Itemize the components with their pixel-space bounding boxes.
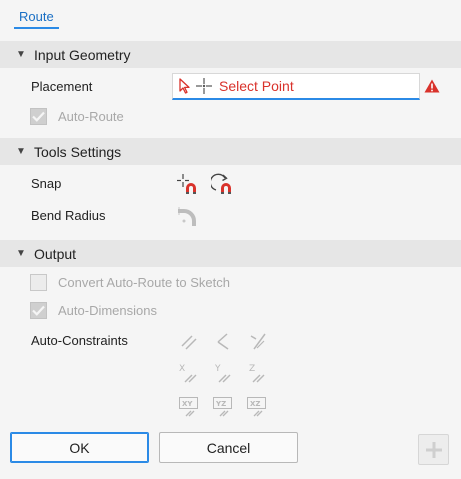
z-axis-constraint-icon: Z (249, 364, 265, 383)
add-button[interactable] (418, 434, 449, 465)
x-axis-constraint-icon: X (179, 364, 197, 383)
auto-dimensions-label: Auto-Dimensions (58, 303, 157, 318)
x-axis-constraint-letter: X (179, 364, 185, 374)
collapse-triangle-icon: ▼ (16, 248, 26, 259)
placement-select-point-field[interactable]: Select Point (172, 73, 420, 100)
xz-plane-constraint-letters: XZ (250, 400, 260, 408)
plus-icon (425, 441, 442, 458)
section-header-input-geometry[interactable]: ▼ Input Geometry (0, 41, 461, 68)
arrow-cursor-icon (179, 78, 190, 94)
snap-rotate-magnet-icon (211, 173, 231, 194)
collapse-triangle-icon: ▼ (16, 49, 26, 60)
yz-plane-constraint-letters: YZ (215, 400, 226, 408)
bend-radius-label: Bend Radius (31, 208, 106, 223)
y-axis-constraint-icon: Y (214, 364, 231, 383)
tab-route[interactable]: Route (14, 9, 59, 29)
snap-rotate-button[interactable] (210, 172, 234, 196)
convert-auto-route-label: Convert Auto-Route to Sketch (58, 275, 230, 290)
parallel-constraint-icon (181, 335, 197, 350)
convert-auto-route-row: Convert Auto-Route to Sketch (30, 274, 230, 291)
snap-point-magnet-icon (177, 174, 196, 194)
constraint-angle-button[interactable] (245, 329, 269, 353)
auto-constraints-label: Auto-Constraints (31, 333, 128, 348)
section-header-output[interactable]: ▼ Output (0, 240, 461, 267)
checkmark-icon (32, 305, 45, 316)
placement-label: Placement (31, 79, 93, 94)
tab-bar: Route (0, 0, 461, 34)
select-point-text: Select Point (219, 78, 294, 94)
bend-radius-icon (178, 207, 196, 226)
xy-plane-constraint-icon: XY (179, 397, 198, 417)
cancel-button[interactable]: Cancel (159, 432, 298, 463)
constraint-y-button[interactable]: Y (211, 361, 235, 385)
perpendicular-constraint-icon (217, 333, 229, 350)
constraint-perpendicular-button[interactable] (211, 329, 235, 353)
constraint-yz-plane-button[interactable]: YZ (211, 394, 235, 418)
snap-label: Snap (31, 176, 62, 191)
constraint-xy-plane-button[interactable]: XY (177, 394, 201, 418)
ok-button[interactable]: OK (10, 432, 149, 463)
auto-dimensions-checkbox[interactable] (30, 302, 47, 319)
auto-route-checkbox[interactable] (30, 108, 47, 125)
y-axis-constraint-letter: Y (214, 364, 221, 374)
auto-route-row: Auto-Route (30, 108, 124, 125)
constraint-parallel-button[interactable] (177, 329, 201, 353)
constraint-xz-plane-button[interactable]: XZ (245, 394, 269, 418)
snap-point-button[interactable] (175, 172, 199, 196)
crosshair-point-icon (196, 78, 212, 94)
checkmark-icon (32, 111, 45, 122)
bend-radius-button[interactable] (175, 204, 199, 228)
section-title-output: Output (34, 245, 77, 262)
z-axis-constraint-letter: Z (249, 364, 255, 374)
auto-route-label: Auto-Route (58, 109, 124, 124)
xz-plane-constraint-icon: XZ (247, 397, 266, 417)
section-header-tools-settings[interactable]: ▼ Tools Settings (0, 138, 461, 165)
auto-dimensions-row: Auto-Dimensions (30, 302, 157, 319)
xy-plane-constraint-letters: XY (182, 400, 193, 408)
section-title-tools-settings: Tools Settings (34, 143, 122, 160)
collapse-triangle-icon: ▼ (16, 146, 26, 157)
section-title-input-geometry: Input Geometry (34, 46, 131, 63)
angle-constraint-icon (250, 333, 266, 350)
yz-plane-constraint-icon: YZ (213, 397, 232, 417)
warning-triangle-icon (424, 79, 440, 93)
constraint-z-button[interactable]: Z (245, 361, 269, 385)
convert-auto-route-checkbox[interactable] (30, 274, 47, 291)
constraint-x-button[interactable]: X (177, 361, 201, 385)
